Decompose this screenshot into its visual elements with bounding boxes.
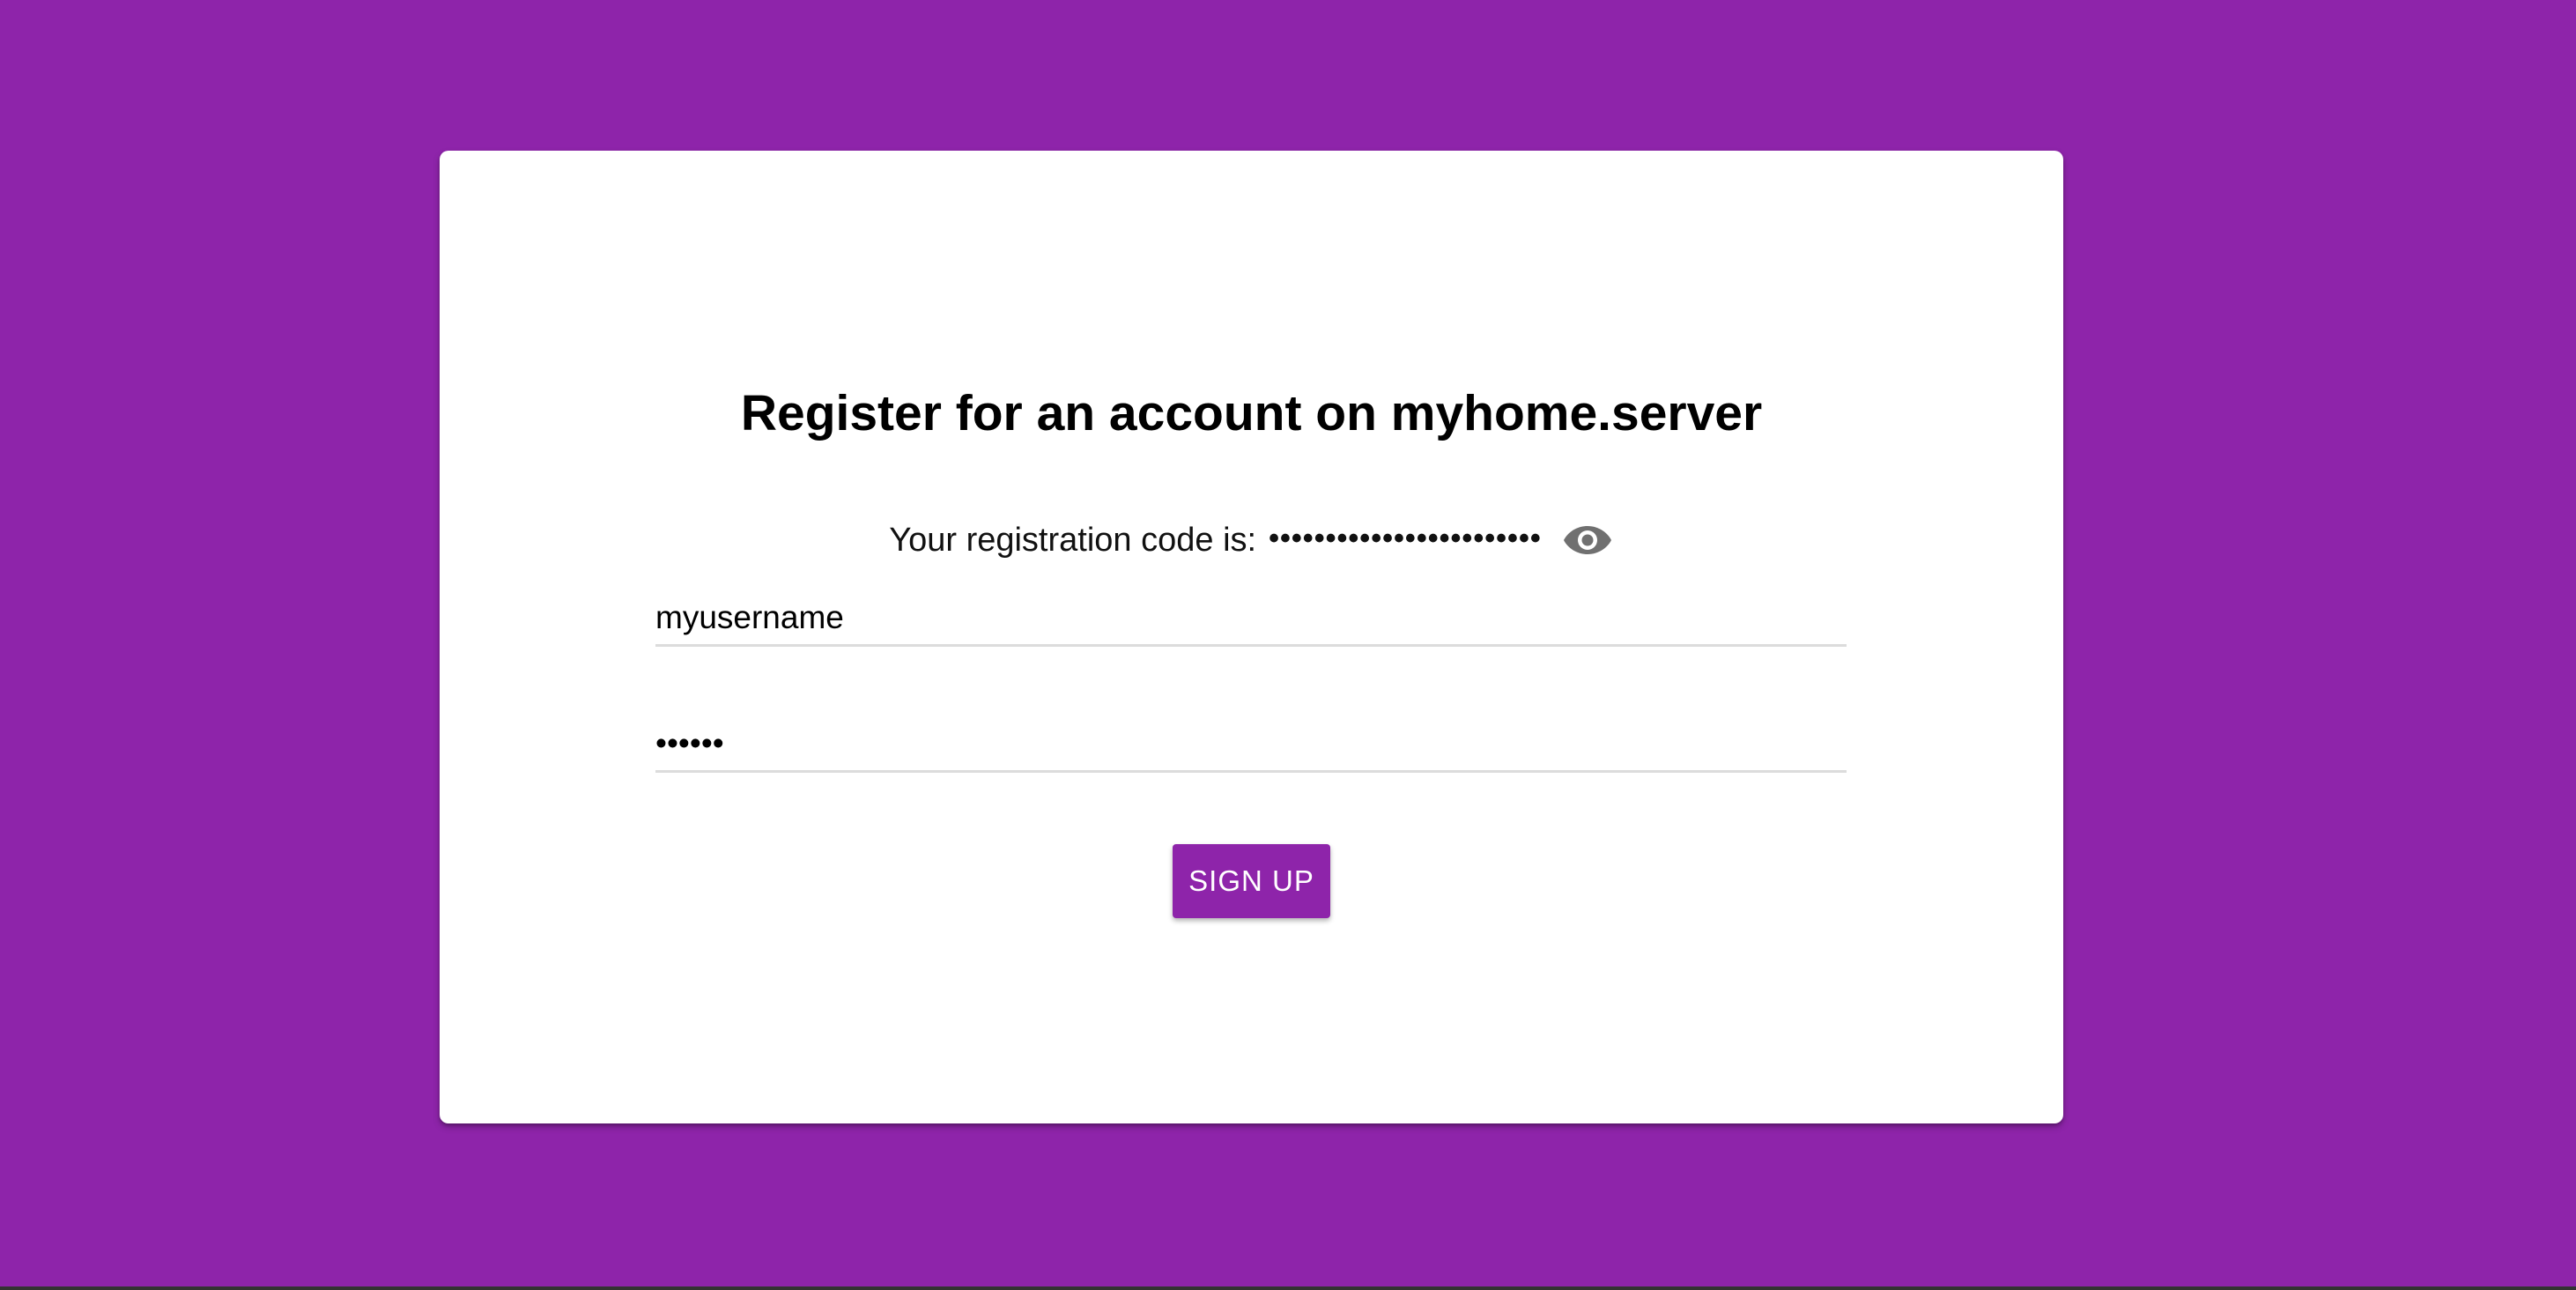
registration-code-row: Your registration code is: •••••••••••••… bbox=[440, 514, 2063, 567]
username-field bbox=[655, 591, 1847, 647]
signup-button[interactable]: SIGN UP bbox=[1173, 844, 1330, 918]
bottom-edge-bar bbox=[0, 1286, 2576, 1290]
show-code-button[interactable] bbox=[1561, 514, 1614, 567]
username-input[interactable] bbox=[655, 591, 1847, 644]
registration-code-label: Your registration code is: bbox=[889, 521, 1257, 559]
page-title: Register for an account on myhome.server bbox=[740, 385, 1763, 441]
registration-code-value: •••••••••••••••••••••••• bbox=[1269, 521, 1542, 555]
eye-icon bbox=[1563, 526, 1611, 554]
password-field bbox=[655, 717, 1847, 773]
password-input[interactable] bbox=[655, 717, 1847, 770]
registration-card: Register for an account on myhome.server… bbox=[440, 151, 2063, 1123]
